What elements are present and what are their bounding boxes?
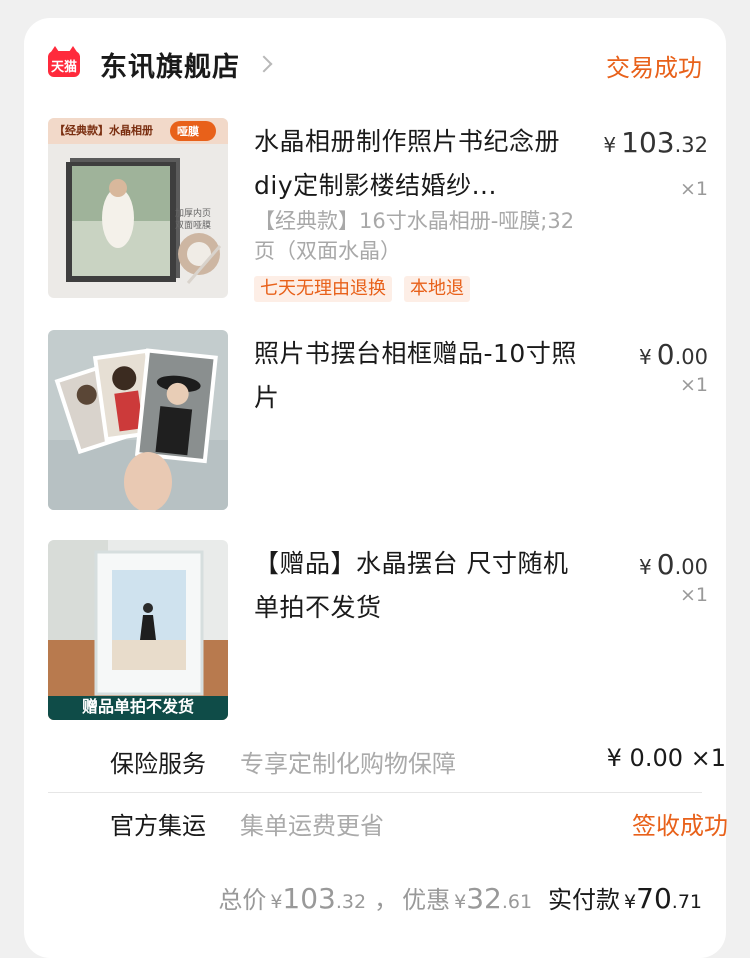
insurance-value: ¥ 0.00 ×1	[606, 744, 726, 772]
shipping-label: 官方集运	[110, 812, 206, 840]
store-name[interactable]: 东讯旗舰店	[100, 45, 240, 84]
item-price: ¥ 0.00	[639, 548, 708, 581]
price-integer: 103	[621, 126, 675, 159]
tmall-logo-icon: 天猫	[48, 46, 80, 77]
item-price: ¥ 0.00	[639, 338, 708, 371]
product-thumbnail-photo-album[interactable]: 【经典款】水晶相册 哑膜 加厚内页 双面哑膜	[48, 118, 228, 298]
shipping-row[interactable]: 官方集运 集单运费更省 签收成功	[110, 806, 728, 846]
price-currency: ¥	[638, 555, 652, 579]
divider	[48, 792, 702, 793]
price-integer: 0	[656, 548, 675, 581]
store-header[interactable]: 天猫 东讯旗舰店	[48, 45, 273, 84]
product-thumbnail-crystal-frame[interactable]: 赠品单拍不发货	[48, 540, 228, 720]
product-thumbnail-photo-prints[interactable]	[48, 330, 228, 510]
shipping-status[interactable]: 签收成功	[632, 806, 728, 841]
paid-label: 实付款	[548, 886, 621, 914]
paid-integer: 70	[636, 882, 672, 915]
insurance-row[interactable]: 保险服务 专享定制化购物保障 ¥ 0.00 ×1	[110, 744, 726, 784]
thumb-caption: 赠品单拍不发货	[81, 697, 194, 716]
item-title[interactable]: 【赠品】水晶摆台 尺寸随机 单拍不发货	[254, 542, 594, 630]
insurance-desc: 专享定制化购物保障	[240, 750, 456, 778]
paid-currency: ¥	[624, 891, 637, 913]
item-spec: 【经典款】16寸水晶相册-哑膜;32页（双面水晶）	[254, 209, 575, 263]
price-decimal: .00	[674, 345, 708, 369]
photo-prints-image	[48, 330, 228, 510]
discount-currency: ¥	[454, 891, 467, 913]
thumb-banner-left: 【经典款】水晶相册	[54, 124, 153, 137]
item-title[interactable]: 水晶相册制作照片书纪念册diy定制影楼结婚纱...	[254, 120, 574, 208]
insurance-label: 保险服务	[110, 750, 206, 778]
order-item-3[interactable]: 赠品单拍不发货 【赠品】水晶摆台 尺寸随机 单拍不发货 ¥ 0.00 ×1	[48, 540, 708, 720]
total-integer: 103	[282, 882, 336, 915]
order-status: 交易成功	[606, 54, 702, 82]
total-label: 总价	[218, 886, 267, 914]
item-price: ¥ 103.32	[603, 126, 708, 159]
price-decimal: .00	[674, 555, 708, 579]
price-decimal: .32	[674, 133, 708, 157]
order-item-1[interactable]: 【经典款】水晶相册 哑膜 加厚内页 双面哑膜 水晶相册制作照片书纪念册diy定制…	[48, 118, 708, 308]
order-item-2[interactable]: 照片书摆台相框赠品-10寸照片 ¥ 0.00 ×1	[48, 330, 708, 510]
item-title[interactable]: 照片书摆台相框赠品-10寸照片	[254, 332, 594, 420]
discount-decimal: .61	[501, 891, 533, 913]
order-totals: 总价 ¥ 103.32 ， 优惠 ¥ 32.61 实付款 ¥ 70.71	[218, 880, 702, 915]
shipping-desc: 集单运费更省	[240, 812, 384, 840]
item-quantity: ×1	[679, 374, 708, 396]
thumb-side-note-2: 双面哑膜	[175, 221, 212, 231]
order-card: 天猫 东讯旗舰店 交易成功 【经典款】水晶相册 哑膜 加厚内页 双面哑膜 水晶相…	[24, 18, 728, 958]
chevron-right-icon[interactable]	[255, 55, 273, 73]
total-currency: ¥	[270, 891, 283, 913]
discount-integer: 32	[466, 882, 502, 915]
price-currency: ¥	[638, 345, 652, 369]
item-quantity: ×1	[679, 178, 708, 200]
item-quantity: ×1	[679, 584, 708, 606]
tag-local-return: 本地退	[404, 276, 470, 302]
price-currency: ¥	[603, 133, 617, 157]
totals-separator: ，	[374, 886, 399, 914]
total-decimal: .32	[335, 891, 367, 913]
tmall-logo-text: 天猫	[50, 60, 77, 75]
tag-seven-day-return: 七天无理由退换	[254, 276, 392, 302]
price-integer: 0	[656, 338, 675, 371]
thumb-banner-right: 哑膜	[177, 125, 199, 138]
paid-decimal: .71	[671, 891, 702, 913]
item-tags: 七天无理由退换 本地退	[254, 276, 470, 302]
discount-label: 优惠	[402, 886, 451, 914]
